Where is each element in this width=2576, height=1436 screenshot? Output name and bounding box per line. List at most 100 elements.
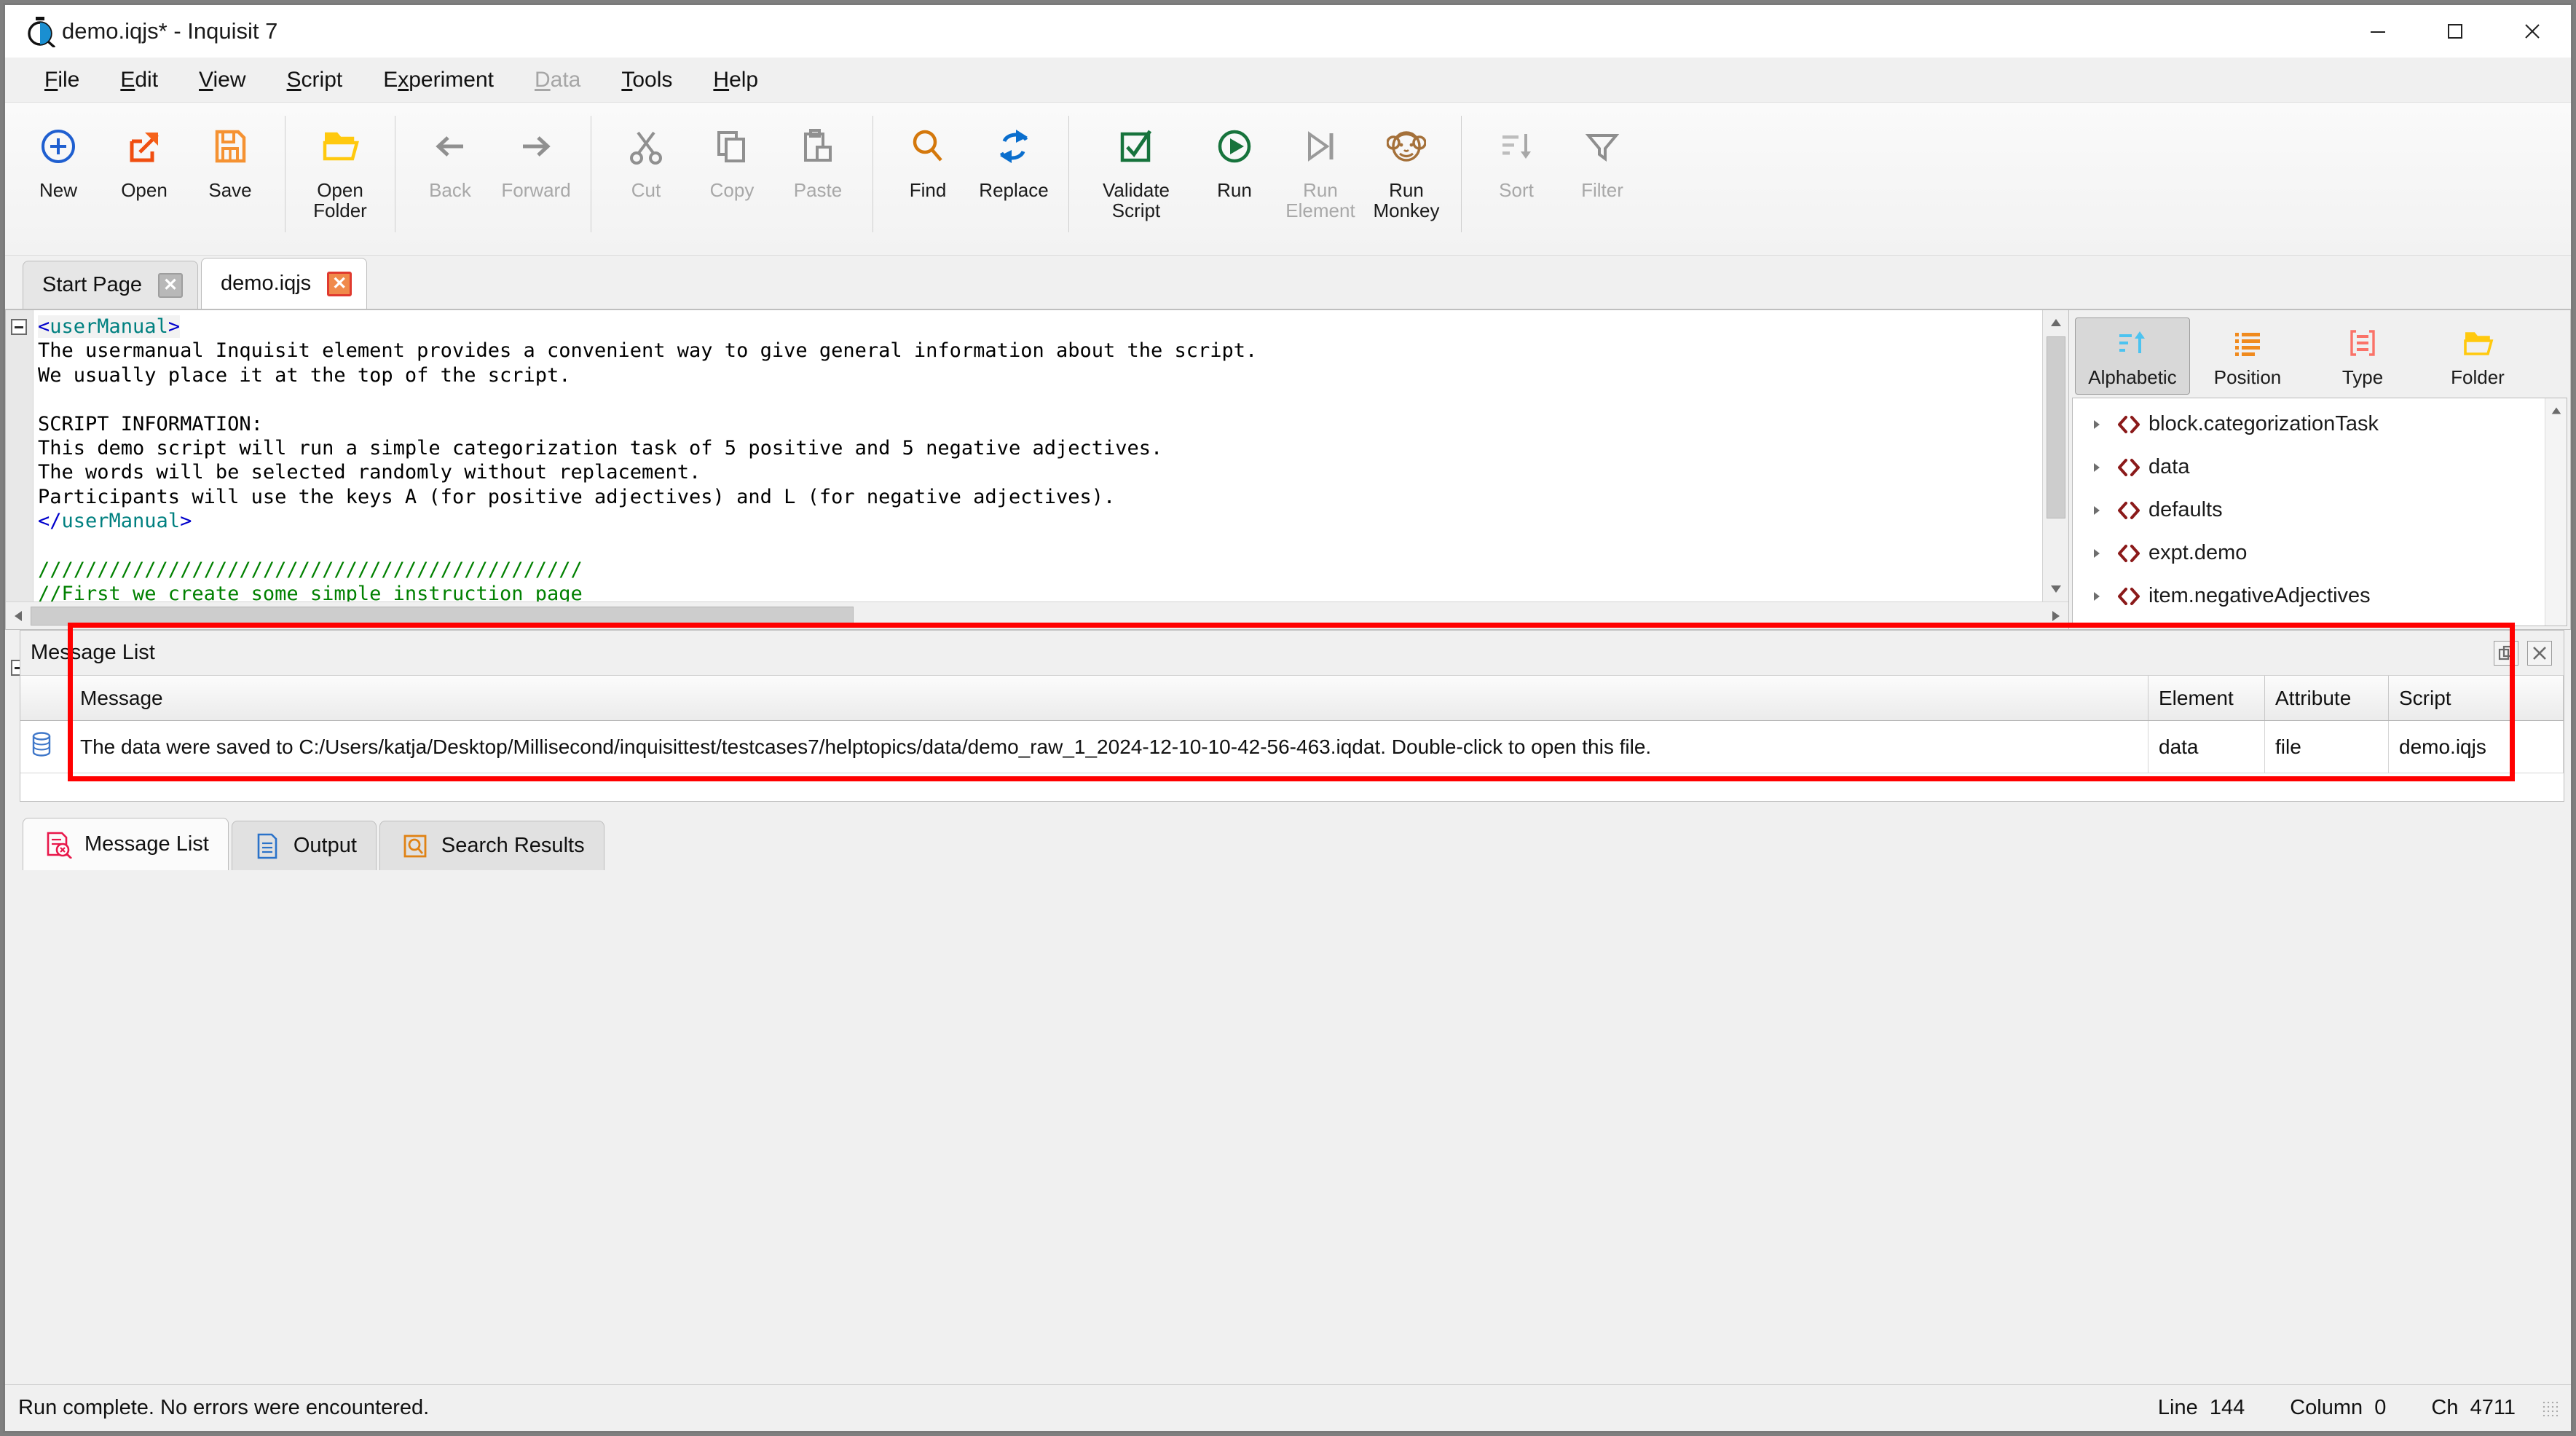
row-type-icon-cell [20,721,70,773]
save-button-label: Save [208,179,252,201]
menu-edit[interactable]: Edit [100,63,178,97]
tab-start-page[interactable]: Start Page ✕ [23,261,199,309]
scroll-up-icon[interactable] [2544,398,2569,423]
menu-help[interactable]: Help [693,63,779,97]
element-tree[interactable]: block.categorizationTask data defaults expt… [2072,398,2567,626]
undock-icon[interactable] [2494,640,2518,666]
scroll-left-icon[interactable] [6,604,31,628]
editor-row: <userManual> The usermanual Inquisit elem… [6,310,2068,676]
chevron-right-icon[interactable] [2084,504,2109,517]
tab-start-page-close-icon[interactable]: ✕ [158,272,184,298]
menu-file[interactable]: File [24,63,100,97]
scroll-thumb[interactable] [2046,336,2065,518]
editor-line: We usually place it at the top of the sc… [38,363,571,387]
resize-grip-icon[interactable] [2542,1400,2558,1416]
bottom-tab-output[interactable]: Output [231,821,377,870]
column-header-attribute[interactable]: Attribute [2265,676,2389,720]
tab-demo-iqjs[interactable]: demo.iqjs ✕ [201,258,368,309]
play-circle-icon [1215,120,1254,173]
element-mode-type[interactable]: Type [2305,317,2420,395]
element-cell: data [2148,721,2265,773]
element-tree-item[interactable]: block.categorizationTask [2084,403,2545,446]
copy-button: Copy [689,113,775,229]
column-header-script[interactable]: Script [2389,676,2564,720]
open-button[interactable]: Open [101,113,187,229]
monkey-face-icon [1387,120,1426,173]
element-mode-folder[interactable]: Folder [2420,317,2535,395]
editor-line: //First we create some simple instructio… [38,583,583,601]
editor-fold-gutter[interactable] [6,310,34,676]
open-button-label: Open [121,179,168,201]
find-button[interactable]: Find [885,113,971,229]
toolbar: New Open Save Open Folder Back Forward C… [5,103,2571,256]
replace-button[interactable]: Replace [971,113,1057,229]
menu-script[interactable]: Script [267,63,363,97]
scroll-thumb[interactable] [31,606,854,626]
editor-line: ////////////////////////////////////////… [38,558,583,581]
fold-marker[interactable] [11,319,27,335]
element-tree-item[interactable]: defaults [2084,489,2545,532]
new-button[interactable]: New [15,113,101,229]
tab-start-page-label: Start Page [42,273,143,296]
status-bar: Run complete. No errors were encountered… [5,1384,2571,1431]
cut-button-label: Cut [631,179,661,201]
scroll-up-icon[interactable] [2044,310,2068,335]
run-button[interactable]: Run [1192,113,1277,229]
save-button[interactable]: Save [187,113,273,229]
minimize-button[interactable] [2339,5,2417,58]
toolbar-group-navigation: Back Forward [407,113,579,242]
chevron-right-icon[interactable] [2084,590,2109,603]
column-header-message[interactable]: Message [70,676,2148,720]
open-folder-button[interactable]: Open Folder [297,113,383,229]
element-mode-position[interactable]: Position [2190,317,2305,395]
message-list-icon [42,831,74,859]
scroll-right-icon[interactable] [2044,604,2068,628]
status-line: Line 144 [2157,1396,2245,1419]
element-tree-item[interactable]: data [2084,446,2545,489]
element-tree-item[interactable]: item.positiveAdjectives [2084,618,2545,626]
validate-script-button[interactable]: Validate Script [1081,113,1192,229]
editor-line: This demo script will run a simple categ… [38,436,1163,459]
chevron-right-icon[interactable] [2084,461,2109,474]
maximize-button[interactable] [2417,5,2494,58]
find-button-label: Find [909,179,947,201]
element-mode-alphabetic[interactable]: Alphabetic [2075,317,2190,395]
menu-view[interactable]: View [178,63,266,97]
title-bar: demo.iqjs* - Inquisit 7 [5,5,2571,58]
element-mode-folder-label: Folder [2451,366,2505,388]
editor-code-area[interactable]: <userManual> The usermanual Inquisit elem… [34,310,2042,601]
menu-tools[interactable]: Tools [601,63,693,97]
status-message: Run complete. No errors were encountered… [18,1396,430,1419]
close-button[interactable] [2494,5,2571,58]
element-tree-item[interactable]: expt.demo [2084,532,2545,575]
column-header-icon[interactable] [20,676,70,720]
paste-button: Paste [775,113,861,229]
editor-vertical-scrollbar[interactable] [2042,310,2068,601]
paste-button-label: Paste [793,179,843,201]
bottom-tab-output-label: Output [293,834,357,857]
menu-experiment[interactable]: Experiment [363,63,514,97]
output-document-icon [251,832,283,860]
column-header-element[interactable]: Element [2148,676,2265,720]
tab-demo-iqjs-close-icon[interactable]: ✕ [327,271,352,296]
close-icon[interactable] [2527,640,2552,666]
message-cell: The data were saved to C:/Users/katja/De… [70,721,2148,773]
bottom-tab-search-results[interactable]: Search Results [379,821,604,870]
save-floppy-icon [210,120,250,173]
message-row[interactable]: The data were saved to C:/Users/katja/De… [20,721,2564,773]
element-tree-scrollbar[interactable] [2545,398,2567,626]
search-results-icon [399,832,431,860]
chevron-right-icon[interactable] [2084,418,2109,431]
magnifier-icon [908,120,948,173]
editor-horizontal-scrollbar[interactable] [6,601,2068,629]
scroll-down-icon[interactable] [2044,577,2068,601]
sort-alphabetic-icon [2116,324,2148,362]
element-tree-item[interactable]: item.negativeAdjectives [2084,575,2545,618]
element-mode-alphabetic-label: Alphabetic [2088,366,2177,388]
bottom-tab-message-list[interactable]: Message List [23,818,229,870]
new-document-icon [39,120,78,173]
chevron-right-icon[interactable] [2084,547,2109,560]
document-tab-strip: Start Page ✕ demo.iqjs ✕ [5,256,2571,309]
run-monkey-button[interactable]: Run Monkey [1363,113,1449,229]
